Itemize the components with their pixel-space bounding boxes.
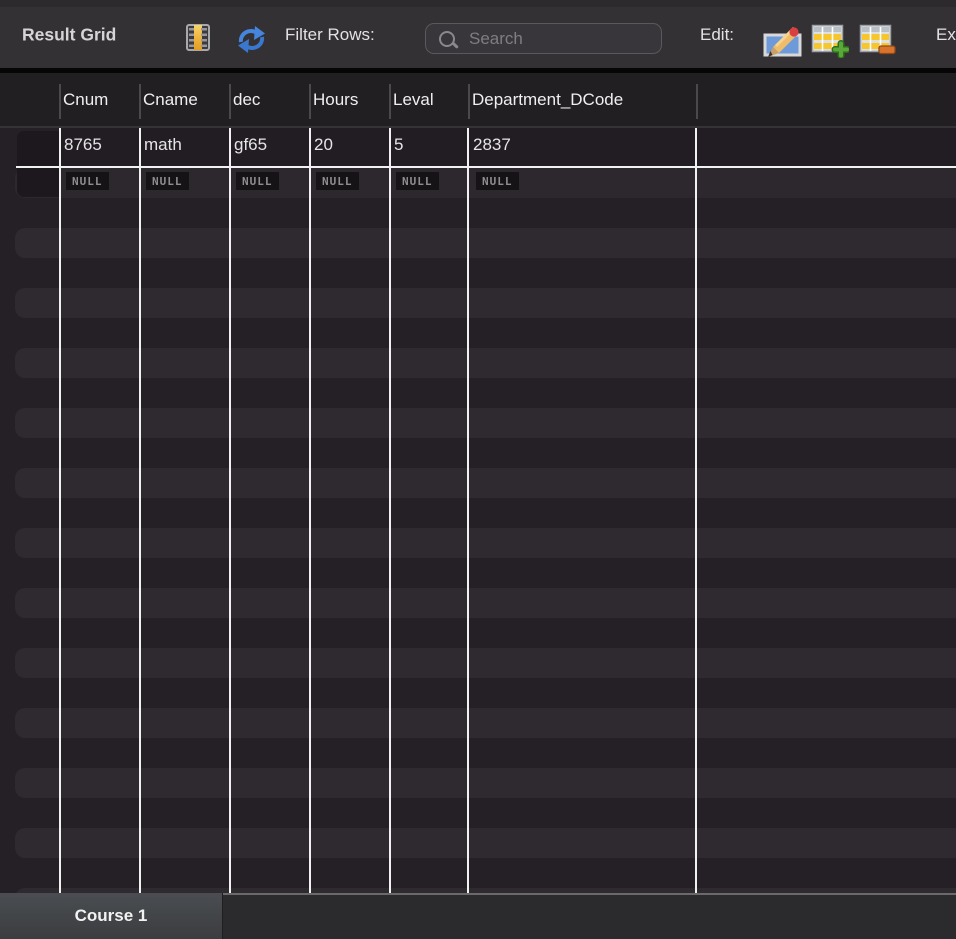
empty-row-stripe: [15, 468, 956, 498]
null-badge-dec[interactable]: NULL: [236, 172, 279, 190]
column-header-department-dcode[interactable]: Department_DCode: [472, 90, 623, 110]
empty-row-stripe: [15, 348, 956, 378]
column-header-cname[interactable]: Cname: [143, 90, 198, 110]
column-divider-line: [389, 128, 391, 893]
column-header-cnum[interactable]: Cnum: [63, 90, 108, 110]
column-header-hours[interactable]: Hours: [313, 90, 358, 110]
cell-r1-dec[interactable]: gf65: [234, 135, 267, 155]
column-divider-line: [309, 128, 311, 893]
result-grid-title: Result Grid: [22, 24, 117, 45]
null-badge-cnum[interactable]: NULL: [66, 172, 109, 190]
header-separator: [389, 84, 391, 119]
edit-label: Edit:: [700, 24, 735, 44]
empty-row-stripe: [15, 528, 956, 558]
cell-r1-hours[interactable]: 20: [314, 135, 333, 155]
filter-rows-label: Filter Rows:: [285, 24, 375, 44]
result-grid-view-icon[interactable]: [186, 24, 210, 51]
edit-record-icon[interactable]: [762, 18, 804, 60]
grid-icon-right-dashes: [201, 28, 207, 47]
header-separator: [309, 84, 311, 119]
search-icon: [439, 30, 455, 47]
null-badge-department-dcode[interactable]: NULL: [476, 172, 519, 190]
empty-row-stripe: [15, 648, 956, 678]
null-badge-leval[interactable]: NULL: [396, 172, 439, 190]
empty-row-stripe: [15, 828, 956, 858]
cell-r1-department-dcode[interactable]: 2837: [473, 135, 511, 155]
null-badge-cname[interactable]: NULL: [146, 172, 189, 190]
export-label: Ex: [936, 24, 956, 44]
column-divider-line: [59, 128, 61, 893]
empty-row-stripe: [15, 768, 956, 798]
column-divider-line: [695, 128, 697, 893]
header-separator: [468, 84, 470, 119]
header-separator: [139, 84, 141, 119]
column-divider-line: [229, 128, 231, 893]
search-input[interactable]: [469, 28, 661, 49]
empty-row-stripe: [15, 408, 956, 438]
column-header-dec[interactable]: dec: [233, 90, 260, 110]
result-grid-body[interactable]: 8765 math gf65 20 5 2837 NULL NULL NULL …: [0, 128, 956, 893]
empty-row-stripe: [15, 708, 956, 738]
grid-column-header: Cnum Cname dec Hours Leval Department_DC…: [0, 73, 956, 128]
result-grid-toolbar: Result Grid Filter Rows: Edit:: [0, 0, 956, 68]
filter-search-box[interactable]: [425, 23, 662, 54]
empty-row-stripe: [15, 588, 956, 618]
header-separator: [696, 84, 698, 119]
empty-row-stripe: [15, 288, 956, 318]
empty-row-stripe: [15, 228, 956, 258]
row-divider-line: [16, 166, 956, 168]
header-separator: [229, 84, 231, 119]
result-tab-course-1[interactable]: Course 1: [0, 893, 223, 939]
cell-r1-leval[interactable]: 5: [394, 135, 403, 155]
result-tab-bar: Course 1: [0, 893, 956, 939]
cell-r1-cname[interactable]: math: [144, 135, 182, 155]
row-gutter[interactable]: [17, 131, 60, 197]
column-header-leval[interactable]: Leval: [393, 90, 434, 110]
null-badge-hours[interactable]: NULL: [316, 172, 359, 190]
insert-row-icon[interactable]: [811, 23, 851, 59]
delete-row-icon[interactable]: [859, 23, 897, 58]
refresh-icon[interactable]: [236, 25, 267, 54]
result-tab-label: Course 1: [74, 906, 148, 925]
header-separator: [59, 84, 61, 119]
column-divider-line: [467, 128, 469, 893]
cell-r1-cnum[interactable]: 8765: [64, 135, 102, 155]
column-divider-line: [139, 128, 141, 893]
